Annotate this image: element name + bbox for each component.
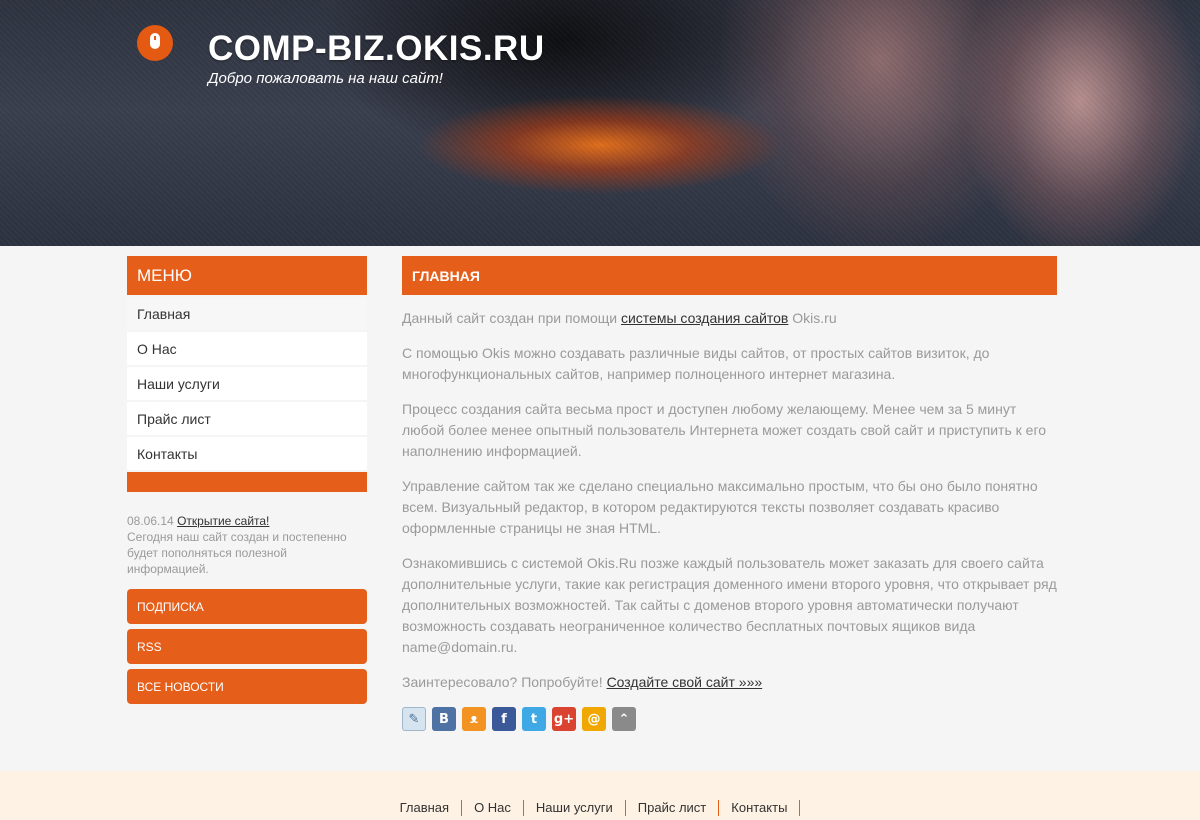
footer-link-prices[interactable]: Прайс лист	[626, 800, 720, 816]
footer-link-home[interactable]: Главная	[400, 800, 463, 816]
sidebar-item-services[interactable]: Наши услуги	[127, 367, 367, 400]
footer: Главная О Нас Наши услуги Прайс лист Кон…	[0, 771, 1200, 820]
mouse-logo-icon[interactable]	[137, 25, 173, 61]
googleplus-icon[interactable]: g+	[552, 707, 576, 731]
mailru-icon[interactable]: @	[582, 707, 606, 731]
social-share-bar: ✎ Bᴥ f t g+ @ ⌃	[402, 707, 1057, 731]
paragraph-3: Процесс создания сайта весьма прост и до…	[402, 401, 1047, 459]
menu-title: МЕНЮ	[127, 256, 367, 295]
paragraph-6-text: Заинтересовало? Попробуйте!	[402, 674, 607, 690]
paragraph-1-text: Данный сайт создан при помощи	[402, 310, 621, 326]
footer-nav: Главная О Нас Наши услуги Прайс лист Кон…	[0, 800, 1200, 816]
main-content: ГЛАВНАЯ Данный сайт создан при помощи си…	[402, 256, 1057, 731]
footer-link-services[interactable]: Наши услуги	[524, 800, 626, 816]
page-title: ГЛАВНАЯ	[402, 256, 1057, 295]
paragraph-4: Управление сайтом так же сделано специал…	[402, 478, 1038, 536]
vkontakte-icon[interactable]: B	[432, 707, 456, 731]
site-builder-link[interactable]: системы создания сайтов	[621, 310, 788, 326]
rss-button[interactable]: RSS	[127, 629, 367, 664]
odnoklassniki-icon[interactable]: ᴥ	[462, 707, 486, 731]
create-site-link[interactable]: Создайте свой сайт »»»	[607, 674, 763, 690]
paragraph-1-suffix: Okis.ru	[788, 310, 837, 326]
paragraph-2: С помощью Okis можно создавать различные…	[402, 345, 990, 382]
news-block: 08.06.14 Открытие сайта! Сегодня наш сай…	[127, 513, 367, 577]
header-banner: COMP-BIZ.OKIS.RU Добро пожаловать на наш…	[0, 0, 1200, 246]
paragraph-1: Данный сайт создан при помощи системы со…	[402, 308, 1057, 329]
site-title[interactable]: COMP-BIZ.OKIS.RU	[208, 29, 545, 69]
news-text: Сегодня наш сайт создан и постепенно буд…	[127, 530, 347, 576]
livejournal-icon[interactable]: ✎	[402, 707, 426, 731]
subscribe-button[interactable]: ПОДПИСКА	[127, 589, 367, 624]
all-news-button[interactable]: ВСЕ НОВОСТИ	[127, 669, 367, 704]
footer-link-contacts[interactable]: Контакты	[719, 800, 801, 816]
sidebar-item-home[interactable]: Главная	[127, 297, 367, 330]
news-link[interactable]: Открытие сайта!	[177, 514, 269, 528]
sidebar-item-about[interactable]: О Нас	[127, 332, 367, 365]
share-icon[interactable]: ⌃	[612, 707, 636, 731]
footer-link-about[interactable]: О Нас	[462, 800, 524, 816]
news-date: 08.06.14	[127, 514, 174, 528]
sidebar-item-prices[interactable]: Прайс лист	[127, 402, 367, 435]
twitter-icon[interactable]: t	[522, 707, 546, 731]
paragraph-5: Ознакомившись с системой Okis.Ru позже к…	[402, 555, 1057, 655]
facebook-icon[interactable]: f	[492, 707, 516, 731]
sidebar-item-contacts[interactable]: Контакты	[127, 437, 367, 470]
paragraph-6: Заинтересовало? Попробуйте! Создайте сво…	[402, 672, 1057, 693]
menu-footer-bar	[127, 472, 367, 492]
sidebar: МЕНЮ Главная О Нас Наши услуги Прайс лис…	[127, 256, 367, 704]
site-tagline: Добро пожаловать на наш сайт!	[208, 70, 443, 87]
